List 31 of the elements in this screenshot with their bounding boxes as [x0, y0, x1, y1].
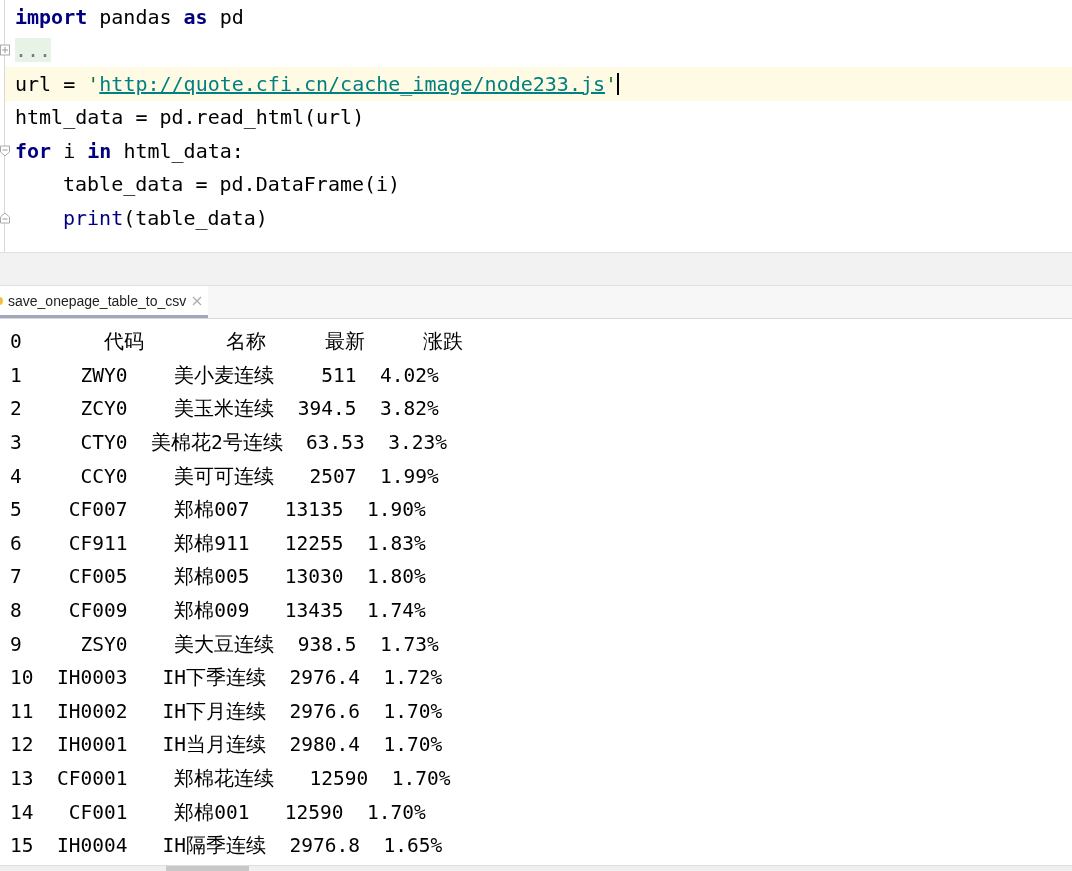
console-line: 14 CF001 郑棉001 12590 1.70% — [10, 799, 427, 826]
console-line: 12 IH0001 IH当月连续 2980.4 1.70% — [10, 732, 444, 759]
console-line: 4 CCY0 美可可连续 2507 1.99% — [10, 463, 440, 490]
console-line: 3 CTY0 美棉花2号连续 63.53 3.23% — [10, 430, 448, 457]
console-line: 1 ZWY0 美小麦连续 511 4.02% — [10, 362, 440, 389]
console-line: 8 CF009 郑棉009 13435 1.74% — [10, 598, 427, 625]
code-line: table_data = pd.DataFrame(i) — [63, 174, 401, 195]
horizontal-scrollbar[interactable] — [0, 865, 1072, 871]
console-line: 7 CF005 郑棉005 13030 1.80% — [10, 564, 427, 591]
console-line: 6 CF911 郑棉911 12255 1.83% — [10, 530, 427, 557]
console-line: 2 ZCY0 美玉米连续 394.5 3.82% — [10, 396, 440, 423]
code-line: print(table_data) — [63, 207, 268, 228]
fold-plus-icon[interactable] — [0, 44, 10, 57]
console-line: 13 CF0001 郑棉花连续 12590 1.70% — [10, 766, 452, 792]
console-line: 0 代码 名称 最新 涨跌 — [10, 329, 465, 356]
fold-end-icon[interactable] — [0, 211, 10, 224]
text-caret — [617, 72, 620, 95]
scrollbar-thumb[interactable] — [166, 866, 249, 871]
console-line: 11 IH0002 IH下月连续 2976.6 1.70% — [10, 698, 444, 725]
console-line: 15 IH0004 IH隔季连续 2976.8 1.65% — [10, 833, 444, 860]
run-tab[interactable]: save_onepage_table_to_csv — [0, 286, 209, 318]
code-line: for i in html_data: — [15, 140, 244, 161]
console-line: 5 CF007 郑棉007 13135 1.90% — [10, 497, 427, 524]
tab-label: save_onepage_table_to_csv — [8, 292, 187, 309]
close-icon[interactable] — [192, 295, 203, 306]
code-line: html_data = pd.read_html(url) — [15, 107, 365, 128]
code-line: import pandas as pd — [15, 6, 244, 27]
fold-start-icon[interactable] — [0, 144, 10, 157]
console-line: 9 ZSY0 美大豆连续 938.5 1.73% — [10, 631, 440, 658]
code-line: url = 'http://quote.cfi.cn/cache_image/node233.js' — [15, 73, 618, 94]
console-line: 10 IH0003 IH下季连续 2976.4 1.72% — [10, 665, 444, 692]
